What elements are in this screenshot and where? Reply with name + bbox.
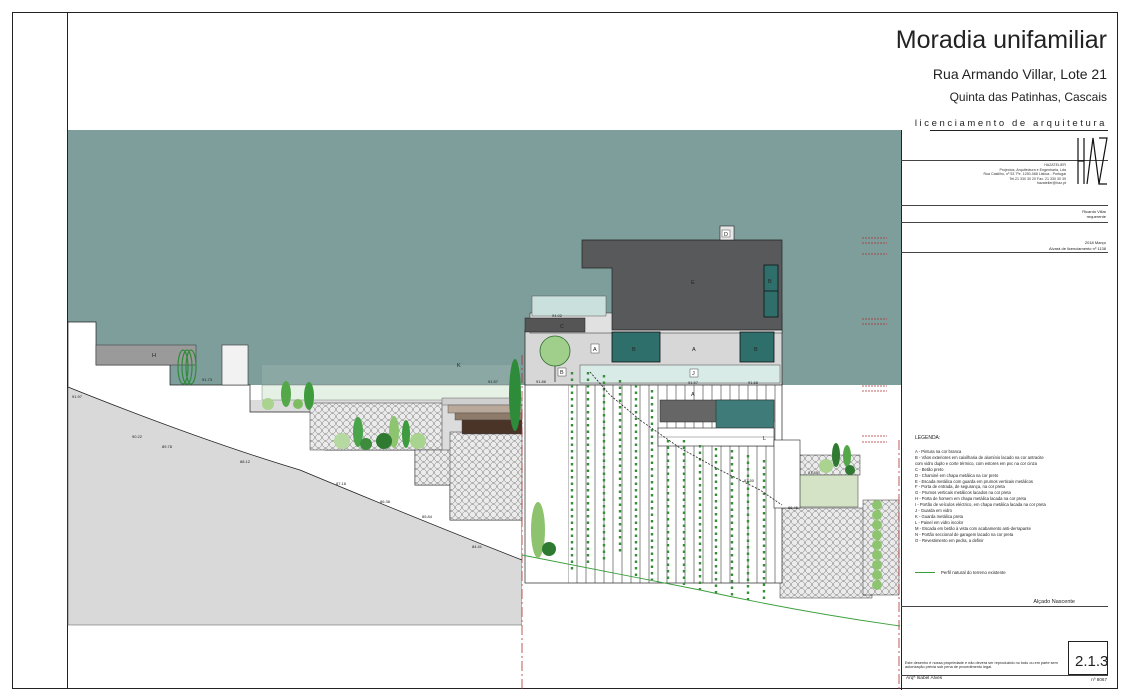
label-k: K (457, 363, 461, 369)
legend-item: com vidro duplo e corte térmico, com est… (915, 460, 1037, 466)
drawing-sheet: Moradia unifamiliar Rua Armando Villar, … (0, 0, 1131, 698)
label-a-1: A (593, 347, 597, 353)
drawing-date: 2018 Março (1084, 240, 1106, 245)
level-12: 94.02 (552, 313, 563, 318)
level-1: 91.97 (72, 394, 83, 399)
level-4: 88.12 (240, 459, 251, 464)
label-h: H (152, 353, 156, 359)
firm-line-5: hazatelier@haz.pt (1036, 181, 1066, 186)
label-b-1: B (632, 347, 636, 353)
architect-name: Arqª Isabel Alves (906, 676, 943, 681)
window-b-1 (611, 331, 661, 363)
title-block-rule-5 (901, 606, 1108, 607)
legend-item: O - Revestimento em pedra, a definir (915, 537, 984, 543)
view-name: Alçado Nascente (1033, 599, 1075, 605)
label-a-2: A (692, 347, 696, 353)
licence-number: Alvará de licenciamento nº 1138 (1049, 246, 1106, 251)
level-5: 87.18 (336, 481, 347, 486)
sheet-number: 2.1.3 (1075, 653, 1109, 670)
level-14: 91.68 (748, 380, 759, 385)
hedge-right (872, 500, 882, 590)
level-3: 89.78 (162, 444, 173, 449)
level-13: 91.57 (688, 380, 699, 385)
level-11: 91.86 (536, 379, 547, 384)
haz-logo (1077, 137, 1108, 185)
level-6: 86.38 (380, 499, 391, 504)
stone-wall-3 (449, 431, 523, 521)
legend-item: B - Vãos exteriores em caixilharia de al… (915, 454, 1044, 460)
legend-title: LEGENDA: (915, 435, 941, 441)
terrain-label: Perfil natural do terreno existente (941, 570, 1006, 575)
boundary-box (221, 344, 249, 386)
label-a-3: A (691, 392, 695, 398)
stone-wall-4 (779, 507, 873, 599)
firm-info: HAZATELIER Projectos, Arquitectura e Eng… (906, 163, 1066, 186)
label-e: E (691, 280, 695, 286)
level-15: 87.85 (808, 470, 819, 475)
terrace-glass-guard (261, 384, 521, 401)
client-role: requerente (1086, 214, 1106, 219)
title-block-rule-3 (901, 222, 1108, 223)
title-block-rule-4 (901, 252, 1108, 253)
label-b-3: B (560, 370, 564, 376)
legend-terrain: Perfil natural do terreno existente (915, 570, 1006, 575)
level-9: 91.73 (202, 377, 213, 382)
grey-railing-band (262, 365, 520, 385)
legend-item: M - Escada em betão à vista com acabamen… (915, 525, 1031, 531)
label-l: L (763, 436, 766, 442)
terrain-swatch (915, 572, 935, 574)
level-7: 85.84 (422, 514, 433, 519)
sheet-reference: nº 8067 (1091, 677, 1107, 682)
label-b-roof: B (768, 279, 772, 285)
title-block-rule-2 (901, 205, 1108, 206)
label-j: J (692, 371, 695, 377)
level-17: 87.50 (744, 478, 755, 483)
level-16: 86.45 (788, 505, 799, 510)
label-b-2: B (754, 347, 758, 353)
canopy-c (524, 317, 586, 333)
label-c: C (560, 324, 564, 330)
level-2: 90.22 (132, 434, 143, 439)
garden-wall-upper (95, 344, 197, 366)
level-8: 84.41 (472, 544, 483, 549)
label-d: D (724, 232, 728, 238)
side-volume (773, 439, 801, 509)
roof-volume (581, 239, 783, 331)
copyright-note: Este desenho é nossa propriedade e não d… (905, 661, 1058, 670)
legend-list: A - Pintura na cor branca B - Vãos exter… (915, 449, 1046, 544)
level-10: 91.57 (488, 379, 499, 384)
glass-guard-upper (531, 295, 607, 317)
